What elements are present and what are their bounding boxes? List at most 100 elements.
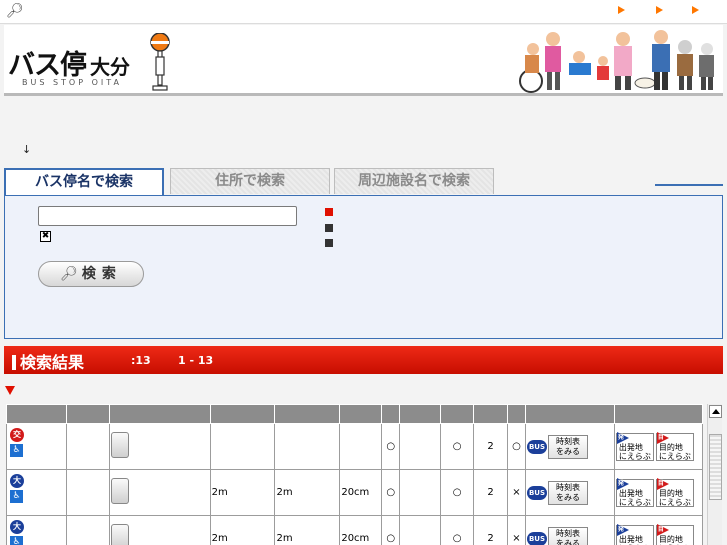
top-bar: 🔎︎ <box>0 0 727 24</box>
table-cell: ○ <box>381 423 401 470</box>
column-header <box>613 404 704 424</box>
timetable-button[interactable]: BUS 時刻表 をみる <box>526 480 588 505</box>
table-cell: × <box>507 515 526 545</box>
results-header: 検索結果 :13 1 - 13 <box>4 346 723 374</box>
table-cell: ○ <box>440 423 475 470</box>
column-header <box>473 404 509 424</box>
tab-divider-line <box>655 184 723 186</box>
stop-type-cell: 大 ♿︎ <box>6 515 67 545</box>
table-cell <box>65 515 110 545</box>
triangle-down-icon <box>5 386 15 395</box>
table-cell: ○ <box>440 515 475 545</box>
column-header <box>507 404 526 424</box>
tab-facility-name[interactable]: 周辺施設名で検索 <box>334 168 494 194</box>
search-input[interactable] <box>38 206 297 226</box>
stop-type-cell: 交 ♿︎ <box>6 423 67 470</box>
timetable-button[interactable]: BUS 時刻表 をみる <box>526 526 588 545</box>
select-cell <box>108 469 211 516</box>
column-header <box>399 404 442 424</box>
black-square-icon <box>325 239 333 247</box>
results-range: 1 - 13 <box>178 354 214 367</box>
table-cell <box>65 469 110 516</box>
table-row[interactable]: 交 ♿︎ ○ ○ 2 ○ BUS 時刻表 をみる 発出発地 にえらぶ 目目的地 にえら… <box>6 423 704 470</box>
table-cell: ○ <box>440 469 475 516</box>
magnifier-icon[interactable]: 🔎︎ <box>6 3 24 19</box>
table-cell <box>65 423 110 470</box>
select-origin-button[interactable]: 発出発地にえらぶ <box>615 523 654 545</box>
clear-checkbox[interactable]: ✖ <box>40 231 51 242</box>
table-cell: 2 <box>473 469 509 516</box>
column-header <box>274 404 341 424</box>
column-header <box>6 404 67 424</box>
results-scrollbar[interactable] <box>707 404 722 545</box>
select-destination-button[interactable]: 目目的地にえらぶ <box>655 523 694 545</box>
wheelchair-icon[interactable]: ♿︎ <box>10 536 23 545</box>
wheelchair-icon[interactable]: ♿︎ <box>10 490 23 503</box>
table-header-row <box>6 404 704 424</box>
stop-type-badge: 大 <box>10 474 24 488</box>
row-select-button[interactable] <box>110 432 129 458</box>
logo-region-text: 大分 <box>90 55 130 79</box>
column-header <box>381 404 401 424</box>
table-cell: 20cm <box>339 515 383 545</box>
wheelchair-icon[interactable]: ♿︎ <box>10 444 23 457</box>
timetable-button[interactable]: BUS 時刻表 をみる <box>526 434 588 459</box>
timetable-cell: BUS 時刻表 をみる <box>524 469 615 516</box>
search-panel: ✖ 🔎︎ 検索 <box>4 195 723 339</box>
column-header <box>209 404 276 424</box>
bus-stop-sign-icon <box>150 33 170 91</box>
table-cell: × <box>507 469 526 516</box>
results-table: 交 ♿︎ ○ ○ 2 ○ BUS 時刻表 をみる 発出発地 にえらぶ 目目的地 にえら… <box>6 404 704 545</box>
site-logo[interactable]: バス停 大分 <box>8 43 130 82</box>
bus-icon: BUS <box>526 439 547 454</box>
table-cell: 2m <box>274 469 341 516</box>
stop-type-cell: 大 ♿︎ <box>6 469 67 516</box>
breadcrumb: ↓ <box>22 143 32 156</box>
table-cell: ○ <box>507 423 526 470</box>
row-select-button[interactable] <box>110 524 129 545</box>
table-cell <box>399 515 442 545</box>
select-origin-button[interactable]: 発出発地にえらぶ <box>615 477 654 507</box>
select-destination-button[interactable]: 目目的地にえらぶ <box>655 431 694 461</box>
timetable-cell: BUS 時刻表 をみる <box>524 423 615 470</box>
select-origin-button[interactable]: 発出発地にえらぶ <box>615 431 654 461</box>
stop-type-badge: 交 <box>10 428 24 442</box>
route-select-cell: 発出発地にえらぶ 目目的地にえらぶ <box>613 515 704 545</box>
column-header <box>524 404 615 424</box>
table-cell: 2 <box>473 423 509 470</box>
select-destination-button[interactable]: 目目的地にえらぶ <box>655 477 694 507</box>
bus-icon: BUS <box>526 485 547 500</box>
table-cell: ○ <box>381 515 401 545</box>
tab-bus-stop-name[interactable]: バス停名で検索 <box>4 168 164 196</box>
search-icon: 🔎︎ <box>60 266 78 282</box>
table-cell <box>399 423 442 470</box>
select-cell <box>108 423 211 470</box>
logo-english: BUS STOP OITA <box>22 78 122 87</box>
arrow-right-icon[interactable] <box>656 6 663 14</box>
table-cell: ○ <box>381 469 401 516</box>
route-select-cell: 発出発地にえらぶ 目目的地にえらぶ <box>613 423 704 470</box>
table-row[interactable]: 大 ♿︎ 2m 2m 20cm ○ ○ 2 × BUS 時刻表をみる 発出発地に… <box>6 515 704 545</box>
column-header <box>339 404 383 424</box>
stop-type-badge: 大 <box>10 520 24 534</box>
row-select-button[interactable] <box>110 478 129 504</box>
table-cell: 2m <box>209 469 276 516</box>
search-button[interactable]: 🔎︎ 検索 <box>38 261 144 287</box>
arrow-right-icon[interactable] <box>692 6 699 14</box>
results-title: 検索結果 <box>12 349 84 373</box>
table-cell: 2 <box>473 515 509 545</box>
route-select-cell: 発出発地にえらぶ 目目的地にえらぶ <box>613 469 704 516</box>
arrow-right-icon[interactable] <box>618 6 625 14</box>
search-tabs: バス停名で検索 住所で検索 周辺施設名で検索 <box>4 168 723 196</box>
black-square-icon <box>325 224 333 232</box>
scroll-up-button[interactable] <box>709 405 722 418</box>
logo-main-text: バス停 <box>8 50 87 81</box>
table-cell: 2m <box>209 515 276 545</box>
scroll-thumb[interactable] <box>709 434 722 500</box>
select-cell <box>108 515 211 545</box>
table-cell <box>399 469 442 516</box>
table-row[interactable]: 大 ♿︎ 2m 2m 20cm ○ ○ 2 × BUS 時刻表をみる 発出発地に… <box>6 469 704 516</box>
tab-address[interactable]: 住所で検索 <box>170 168 330 194</box>
results-count: :13 <box>131 354 151 367</box>
site-header: バス停 大分 BUS STOP OITA <box>4 25 723 96</box>
